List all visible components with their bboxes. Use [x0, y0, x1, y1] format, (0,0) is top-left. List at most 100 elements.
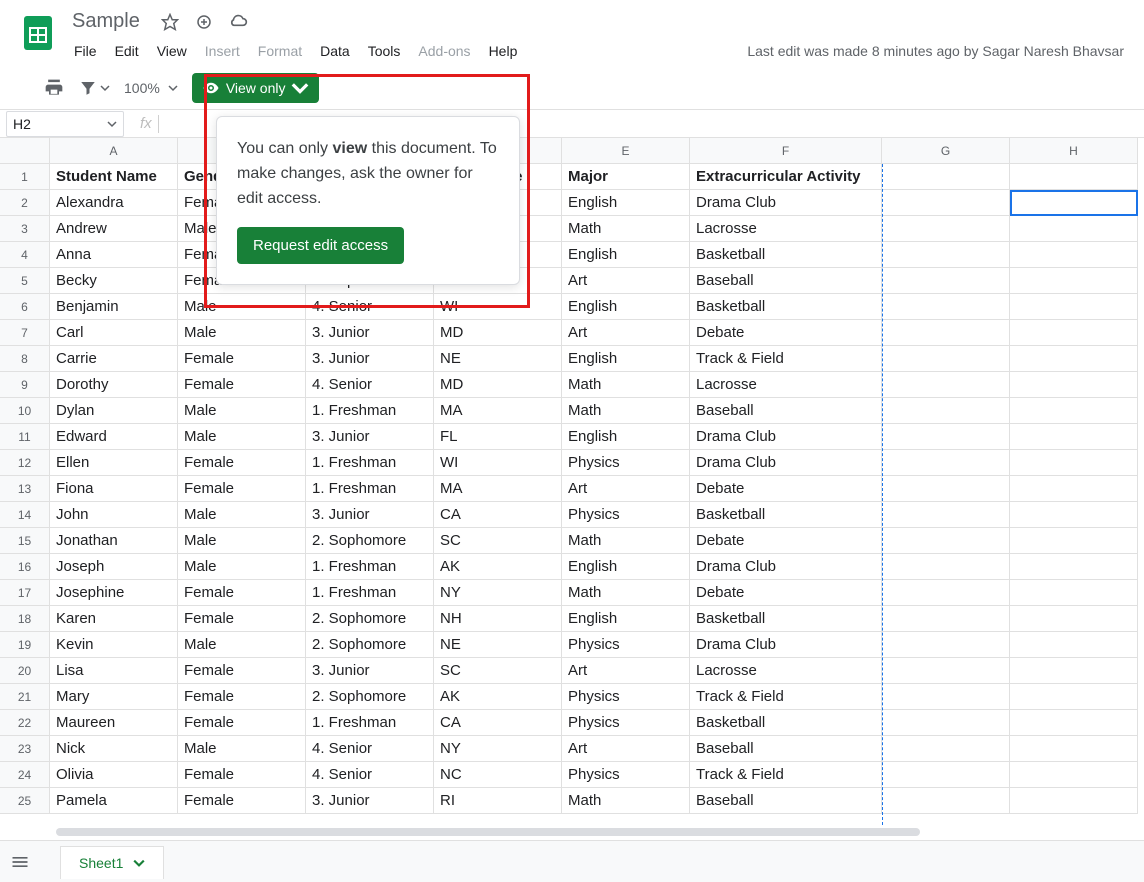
- row-header-10[interactable]: 10: [0, 398, 50, 424]
- name-box[interactable]: H2: [6, 111, 124, 137]
- cell[interactable]: Becky: [50, 268, 178, 294]
- cell[interactable]: Lacrosse: [690, 658, 882, 684]
- cell[interactable]: [882, 606, 1010, 632]
- row-header-2[interactable]: 2: [0, 190, 50, 216]
- cell[interactable]: [882, 658, 1010, 684]
- cell[interactable]: Mary: [50, 684, 178, 710]
- cell[interactable]: Female: [178, 606, 306, 632]
- cell[interactable]: Math: [562, 216, 690, 242]
- cell[interactable]: SC: [434, 658, 562, 684]
- cell[interactable]: Drama Club: [690, 190, 882, 216]
- cell[interactable]: Female: [178, 788, 306, 814]
- cell[interactable]: NC: [434, 762, 562, 788]
- request-edit-access-button[interactable]: Request edit access: [237, 227, 404, 264]
- row-header-6[interactable]: 6: [0, 294, 50, 320]
- cell[interactable]: 3. Junior: [306, 658, 434, 684]
- cell[interactable]: Basketball: [690, 242, 882, 268]
- cell[interactable]: 2. Sophomore: [306, 528, 434, 554]
- row-header-1[interactable]: 1: [0, 164, 50, 190]
- cell[interactable]: [882, 476, 1010, 502]
- cell[interactable]: Physics: [562, 684, 690, 710]
- cell[interactable]: [1010, 736, 1138, 762]
- row-header-5[interactable]: 5: [0, 268, 50, 294]
- cell[interactable]: Josephine: [50, 580, 178, 606]
- cell[interactable]: 3. Junior: [306, 788, 434, 814]
- cell[interactable]: Basketball: [690, 606, 882, 632]
- cell[interactable]: Carrie: [50, 346, 178, 372]
- cell[interactable]: Baseball: [690, 788, 882, 814]
- cell[interactable]: Male: [178, 424, 306, 450]
- row-header-15[interactable]: 15: [0, 528, 50, 554]
- cell[interactable]: AK: [434, 554, 562, 580]
- sheets-logo[interactable]: [18, 12, 58, 52]
- cell[interactable]: NE: [434, 346, 562, 372]
- document-title[interactable]: Sample: [66, 8, 146, 35]
- cell[interactable]: Physics: [562, 450, 690, 476]
- cell[interactable]: Track & Field: [690, 346, 882, 372]
- cell[interactable]: [882, 268, 1010, 294]
- menu-edit[interactable]: Edit: [107, 39, 147, 63]
- cell[interactable]: [1010, 242, 1138, 268]
- row-header-12[interactable]: 12: [0, 450, 50, 476]
- cell[interactable]: 1. Freshman: [306, 554, 434, 580]
- cell[interactable]: NH: [434, 606, 562, 632]
- row-header-8[interactable]: 8: [0, 346, 50, 372]
- row-header-11[interactable]: 11: [0, 424, 50, 450]
- cell[interactable]: Basketball: [690, 710, 882, 736]
- zoom-selector[interactable]: 100%: [120, 80, 182, 96]
- cell[interactable]: [882, 424, 1010, 450]
- cell[interactable]: [1010, 710, 1138, 736]
- cell[interactable]: Physics: [562, 710, 690, 736]
- col-header-F[interactable]: F: [690, 138, 882, 164]
- cell[interactable]: [882, 528, 1010, 554]
- cell[interactable]: NY: [434, 580, 562, 606]
- cell[interactable]: Female: [178, 372, 306, 398]
- cell[interactable]: [1010, 658, 1138, 684]
- print-icon[interactable]: [42, 76, 66, 100]
- row-header-23[interactable]: 23: [0, 736, 50, 762]
- cell[interactable]: [882, 736, 1010, 762]
- menu-file[interactable]: File: [66, 39, 105, 63]
- cell[interactable]: 3. Junior: [306, 346, 434, 372]
- cell[interactable]: [1010, 528, 1138, 554]
- row-header-18[interactable]: 18: [0, 606, 50, 632]
- cell[interactable]: Male: [178, 528, 306, 554]
- cell[interactable]: [882, 242, 1010, 268]
- row-header-22[interactable]: 22: [0, 710, 50, 736]
- cell[interactable]: Pamela: [50, 788, 178, 814]
- col-header-A[interactable]: A: [50, 138, 178, 164]
- cell[interactable]: Maureen: [50, 710, 178, 736]
- cell[interactable]: AK: [434, 684, 562, 710]
- cell[interactable]: 3. Junior: [306, 424, 434, 450]
- cell[interactable]: [882, 294, 1010, 320]
- cell[interactable]: [882, 762, 1010, 788]
- cell[interactable]: [882, 216, 1010, 242]
- cell[interactable]: Drama Club: [690, 450, 882, 476]
- cell[interactable]: Benjamin: [50, 294, 178, 320]
- cell[interactable]: Female: [178, 658, 306, 684]
- cell[interactable]: RI: [434, 788, 562, 814]
- tab-sheet1[interactable]: Sheet1: [60, 846, 164, 879]
- cell[interactable]: Math: [562, 528, 690, 554]
- col-header-H[interactable]: H: [1010, 138, 1138, 164]
- cell[interactable]: Male: [178, 320, 306, 346]
- cell[interactable]: MA: [434, 398, 562, 424]
- cell[interactable]: English: [562, 190, 690, 216]
- cell[interactable]: English: [562, 242, 690, 268]
- cell[interactable]: WI: [434, 450, 562, 476]
- cell[interactable]: [1010, 476, 1138, 502]
- cell[interactable]: Baseball: [690, 398, 882, 424]
- cell[interactable]: [882, 684, 1010, 710]
- cell[interactable]: Jonathan: [50, 528, 178, 554]
- cell[interactable]: [1010, 424, 1138, 450]
- cell[interactable]: [1010, 502, 1138, 528]
- cell[interactable]: [1010, 762, 1138, 788]
- cell[interactable]: [882, 164, 1010, 190]
- cell[interactable]: Math: [562, 398, 690, 424]
- col-header-G[interactable]: G: [882, 138, 1010, 164]
- cell[interactable]: SC: [434, 528, 562, 554]
- cell[interactable]: Physics: [562, 762, 690, 788]
- cell[interactable]: MD: [434, 320, 562, 346]
- cell[interactable]: NE: [434, 632, 562, 658]
- menu-tools[interactable]: Tools: [360, 39, 409, 63]
